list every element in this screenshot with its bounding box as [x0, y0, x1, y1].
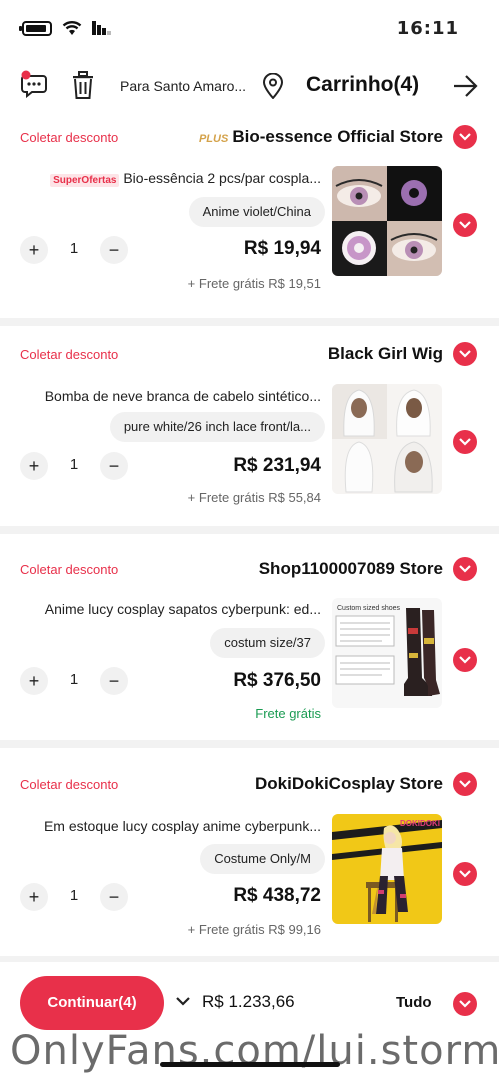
product-image[interactable]: [332, 384, 442, 494]
check-circle-icon: [459, 438, 471, 446]
quantity-value: 1: [69, 887, 79, 904]
check-circle-icon: [459, 350, 471, 358]
white-wig-image: [332, 384, 442, 494]
message-icon[interactable]: [20, 70, 48, 98]
cart-total: R$ 1.233,66: [202, 992, 295, 1011]
shipping-info: + Frete grátis R$ 19,51: [187, 276, 321, 291]
store-name[interactable]: DokiDokiCosplay Store: [255, 774, 443, 794]
store-select-checkbox[interactable]: [453, 342, 477, 366]
trash-icon[interactable]: [72, 71, 94, 99]
decrease-quantity-button[interactable]: −: [100, 452, 128, 480]
collect-coupon-link[interactable]: Coletar desconto: [20, 130, 118, 145]
increase-quantity-button[interactable]: +: [20, 452, 48, 480]
product-price: R$ 231,94: [233, 455, 321, 476]
store-select-checkbox[interactable]: [453, 772, 477, 796]
home-indicator[interactable]: [160, 1062, 340, 1067]
shipping-info: + Frete grátis R$ 55,84: [187, 490, 321, 505]
check-circle-icon: [459, 133, 471, 141]
boots-image: Custom sized shoes: [332, 598, 442, 708]
watermark: OnlyFans.com/lui.storm: [10, 1028, 499, 1074]
plus-badge: PLUS: [198, 133, 229, 145]
sku-selector[interactable]: costum size/37: [210, 628, 325, 658]
sku-selector[interactable]: Costume Only/M: [200, 844, 325, 874]
store-select-checkbox[interactable]: [453, 125, 477, 149]
location-pin-icon: [262, 73, 284, 99]
store-name[interactable]: Black Girl Wig: [328, 344, 443, 364]
store-card: PLUS Bio-essence Official Store Coletar d…: [0, 118, 499, 318]
page-title: Carrinho(4): [306, 73, 420, 96]
product-image[interactable]: [332, 166, 442, 276]
product-price: R$ 19,94: [243, 238, 321, 259]
check-circle-icon: [459, 221, 471, 229]
quantity-value: 1: [69, 671, 79, 688]
shipping-info: Frete grátis: [255, 706, 321, 721]
battery-icon: [19, 20, 52, 36]
store-name[interactable]: PLUS Bio-essence Official Store: [199, 127, 443, 147]
status-time: 16:11: [396, 18, 459, 39]
product-title[interactable]: SuperOfertas Bio-essência 2 pcs/par cosp…: [46, 170, 321, 187]
image-caption: Custom sized shoes: [337, 605, 401, 612]
cosplay-costume-image: DOKIDOKI: [332, 814, 442, 924]
increase-quantity-button[interactable]: +: [20, 883, 48, 911]
decrease-quantity-button[interactable]: −: [100, 236, 128, 264]
select-all-label[interactable]: Tudo: [396, 994, 432, 1011]
product-image[interactable]: Custom sized shoes: [332, 598, 442, 708]
product-title[interactable]: Em estoque lucy cosplay anime cyberpunk.…: [44, 818, 321, 834]
sku-selector[interactable]: pure white/26 inch lace front/la...: [109, 412, 325, 442]
sku-selector[interactable]: Anime violet/China: [188, 197, 325, 227]
quantity-stepper: + 1 −: [20, 452, 128, 480]
check-circle-icon: [459, 1000, 471, 1008]
contact-lens-image: [332, 166, 442, 276]
product-title[interactable]: Anime lucy cosplay sapatos cyberpunk: ed…: [45, 601, 321, 617]
collect-coupon-link[interactable]: Coletar desconto: [20, 562, 118, 577]
check-circle-icon: [459, 656, 471, 664]
select-all-checkbox[interactable]: [453, 992, 477, 1016]
increase-quantity-button[interactable]: +: [20, 667, 48, 695]
decrease-quantity-button[interactable]: −: [100, 667, 128, 695]
increase-quantity-button[interactable]: +: [20, 236, 48, 264]
store-name[interactable]: Shop1100007089 Store: [259, 559, 443, 579]
quantity-stepper: + 1 −: [20, 667, 128, 695]
item-select-checkbox[interactable]: [453, 430, 477, 454]
quantity-stepper: + 1 −: [20, 883, 128, 911]
item-select-checkbox[interactable]: [453, 862, 477, 886]
delivery-location[interactable]: Para Santo Amaro...: [120, 78, 246, 94]
checkout-button[interactable]: Continuar(4): [20, 976, 164, 1030]
cart-screen: 16:11 Para Santo Amaro... Carrinho(4) PL…: [0, 0, 499, 1079]
quantity-value: 1: [69, 456, 79, 473]
item-select-checkbox[interactable]: [453, 213, 477, 237]
status-bar: 16:11: [0, 0, 499, 56]
chevron-down-icon[interactable]: [176, 996, 190, 1006]
check-circle-icon: [459, 780, 471, 788]
status-icons: [19, 20, 112, 36]
quantity-stepper: + 1 −: [20, 236, 128, 264]
product-price: R$ 438,72: [233, 885, 321, 906]
promo-tag: SuperOfertas: [50, 174, 120, 187]
signal-icon: [92, 21, 111, 35]
store-card: DokiDokiCosplay Store Coletar desconto D…: [0, 748, 499, 956]
product-price: R$ 376,50: [233, 670, 321, 691]
item-select-checkbox[interactable]: [453, 648, 477, 672]
check-circle-icon: [459, 870, 471, 878]
shipping-info: + Frete grátis R$ 99,16: [187, 922, 321, 937]
store-select-checkbox[interactable]: [453, 557, 477, 581]
decrease-quantity-button[interactable]: −: [100, 883, 128, 911]
check-circle-icon: [459, 565, 471, 573]
collect-coupon-link[interactable]: Coletar desconto: [20, 777, 118, 792]
product-title[interactable]: Bomba de neve branca de cabelo sintético…: [45, 388, 321, 404]
image-caption: DOKIDOKI: [400, 819, 440, 828]
store-card: Shop1100007089 Store Coletar desconto Cu…: [0, 534, 499, 740]
cart-header: Para Santo Amaro... Carrinho(4): [0, 56, 499, 118]
wifi-icon: [62, 21, 82, 35]
quantity-value: 1: [69, 240, 79, 257]
back-arrow-icon[interactable]: [452, 74, 478, 98]
store-card: Black Girl Wig Coletar desconto Bomba de…: [0, 326, 499, 526]
product-image[interactable]: DOKIDOKI: [332, 814, 442, 924]
collect-coupon-link[interactable]: Coletar desconto: [20, 347, 118, 362]
